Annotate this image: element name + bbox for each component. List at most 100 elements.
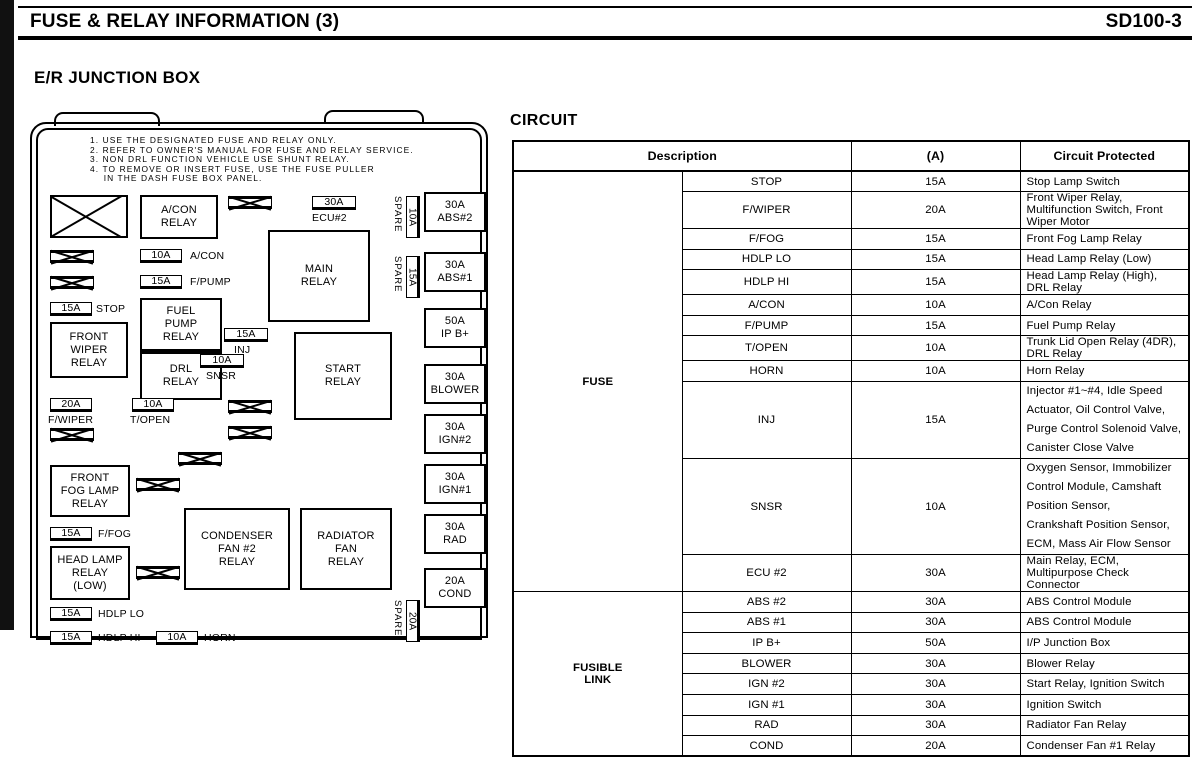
- empty-slot: [50, 276, 94, 289]
- fuse-name-cell: A/CON: [681, 294, 852, 316]
- link-ign1: 30A IGN#1: [424, 464, 486, 504]
- link-rad: 30A RAD: [424, 514, 486, 554]
- fuse-name-cell: T/OPEN: [681, 335, 852, 362]
- fuse-amp-cell: 15A: [850, 314, 1021, 337]
- fuse-amp-cell: 20A: [850, 735, 1021, 757]
- relay-front-wiper-line3: RELAY: [70, 356, 108, 369]
- fuse-name-cell: HDLP LO: [681, 248, 852, 271]
- fuse-amp-cell: 10A: [850, 335, 1021, 362]
- empty-slot: [50, 250, 94, 263]
- fuse-hdlplo-label: HDLP LO: [98, 608, 145, 620]
- relay-main: MAIN RELAY: [268, 230, 370, 322]
- relay-acon-line2: RELAY: [160, 217, 198, 229]
- relay-acon-line1: A/CON: [161, 204, 197, 216]
- relay-head-lamp-line1: HEAD LAMP: [57, 553, 123, 566]
- spare-fuse-3-amp: 20A: [406, 600, 420, 642]
- link-ipb-amp: 50A: [444, 315, 466, 327]
- relay-main-line2: RELAY: [300, 276, 338, 288]
- relay-radiator-fan: RADIATOR FAN RELAY: [300, 508, 392, 590]
- circuit-protected-cell: Horn Relay: [1019, 360, 1190, 383]
- circuit-protected-cell: ABS Control Module: [1019, 591, 1190, 613]
- fuse-stop-label: STOP: [96, 303, 126, 315]
- fuse-name-cell: IGN #2: [681, 673, 852, 696]
- relay-drl-line2: RELAY: [162, 376, 200, 388]
- relay-front-wiper-line1: FRONT: [69, 330, 109, 343]
- link-ip-b-plus: 50A IP B+: [424, 308, 486, 348]
- relay-radiator-line3: RELAY: [327, 555, 365, 568]
- fuse-name-cell: IGN #1: [681, 694, 852, 716]
- circuit-protected-line: Oxygen Sensor, Immobilizer Control Modul…: [1026, 462, 1172, 513]
- manual-page: FUSE & RELAY INFORMATION (3) SD100-3 E/R…: [0, 0, 1200, 757]
- fuse-amp-cell: 10A: [850, 458, 1021, 556]
- circuit-protected-cell: Condenser Fan #1 Relay: [1019, 735, 1190, 757]
- link-abs1-name: ABS#1: [437, 272, 473, 284]
- relay-fuel-pump-line3: RELAY: [162, 331, 200, 343]
- fuse-ecu2-amp: 30A: [312, 196, 356, 210]
- fuse-amp-cell: 30A: [850, 714, 1021, 737]
- link-abs1-amp: 30A: [444, 259, 466, 271]
- fuse-fwiper-label: F/WIPER: [48, 414, 94, 426]
- link-abs2: 30A ABS#2: [424, 192, 486, 232]
- spare-label-2: SPARE: [392, 256, 403, 293]
- page-code: SD100-3: [1105, 11, 1182, 32]
- relay-radiator-line1: RADIATOR: [317, 529, 375, 542]
- link-cond: 20A COND: [424, 568, 486, 608]
- fuse-name-cell: STOP: [681, 170, 852, 193]
- link-blower-amp: 30A: [444, 371, 466, 383]
- link-rad-name: RAD: [443, 534, 467, 546]
- fuse-snsr-amp: 10A: [200, 354, 244, 368]
- circuit-protected-cell: Head Lamp Relay (Low): [1019, 248, 1190, 271]
- circuit-protected-cell: Front Wiper Relay, Multifunction Switch,…: [1019, 191, 1190, 230]
- relay-main-line1: MAIN: [304, 263, 334, 275]
- relay-front-fog-line2: FOG LAMP: [60, 484, 120, 497]
- empty-slot: [136, 478, 180, 491]
- fuse-name-cell: HORN: [681, 360, 852, 383]
- link-ipb-name: IP B+: [440, 328, 469, 340]
- fuse-topen-label: T/OPEN: [130, 414, 171, 426]
- fuse-amp-cell: 15A: [850, 269, 1021, 296]
- fuse-inj-amp: 15A: [224, 328, 268, 342]
- link-abs1: 30A ABS#1: [424, 252, 486, 292]
- relay-start-line2: RELAY: [324, 376, 362, 388]
- fuse-fwiper-amp: 20A: [50, 398, 92, 412]
- circuit-protected-cell: I/P Junction Box: [1019, 632, 1190, 654]
- fuse-ffog-label: F/FOG: [98, 528, 132, 540]
- fuse-name-cell: SNSR: [681, 458, 852, 556]
- relay-front-wiper: FRONT WIPER RELAY: [50, 322, 128, 378]
- relay-acon: A/CON RELAY: [140, 195, 218, 239]
- circuit-table-body: FUSE STOP 15A Stop Lamp Switch F/WIPER 20A Fro…: [512, 170, 1190, 757]
- fuse-name-cell: HDLP HI: [681, 269, 852, 296]
- table-row: FUSIBLE LINK ABS #2 30A ABS Control Module: [512, 591, 1190, 757]
- circuit-protected-cell: Injector #1~#4, Idle Speed Actuator, Oil…: [1019, 381, 1190, 460]
- relay-fuel-pump: FUEL PUMP RELAY: [140, 298, 222, 352]
- circuit-protected-cell: Main Relay, ECM, Multipurpose Check Conn…: [1019, 554, 1190, 593]
- fuse-hdlphi-label: HDLP HI: [98, 632, 141, 644]
- empty-slot: [136, 566, 180, 579]
- empty-slot: [228, 196, 272, 209]
- circuit-protected-line: Purge Control Solenoid Valve, Canister C…: [1026, 423, 1182, 455]
- category-cell: FUSE: [512, 170, 683, 593]
- fuse-name-cell: F/PUMP: [681, 314, 852, 337]
- col-header-circuit-protected: Circuit Protected: [1019, 140, 1190, 172]
- relay-start-line1: START: [324, 363, 362, 375]
- relay-head-lamp-low: HEAD LAMP RELAY (LOW): [50, 546, 130, 600]
- fuse-ecu2-label: ECU#2: [312, 212, 347, 224]
- relay-radiator-line2: FAN: [335, 542, 357, 555]
- relay-condenser-fan-2: CONDENSER FAN #2 RELAY: [184, 508, 290, 590]
- table-row: FUSE STOP 15A Stop Lamp Switch: [512, 170, 1190, 593]
- spare-fuse-2-amp: 15A: [406, 256, 420, 298]
- fuse-hdlphi-amp: 15A: [50, 631, 92, 645]
- fuse-amp-cell: 20A: [850, 191, 1021, 230]
- fuse-amp-cell: 30A: [850, 694, 1021, 716]
- circuit-protected-cell: Front Fog Lamp Relay: [1019, 228, 1190, 250]
- relay-condenser-line1: CONDENSER: [200, 529, 274, 542]
- link-ign2-name: IGN#2: [438, 434, 472, 446]
- link-blower-name: BLOWER: [430, 384, 480, 396]
- fuse-topen-amp: 10A: [132, 398, 174, 412]
- relay-head-lamp-line2: RELAY: [71, 566, 109, 579]
- fuse-amp-cell: 30A: [850, 591, 1021, 613]
- page-title: FUSE & RELAY INFORMATION (3): [30, 11, 340, 32]
- spare-label-1: SPARE: [392, 196, 403, 233]
- relay-front-fog-lamp: FRONT FOG LAMP RELAY: [50, 465, 130, 517]
- fuse-acon-amp: 10A: [140, 249, 182, 263]
